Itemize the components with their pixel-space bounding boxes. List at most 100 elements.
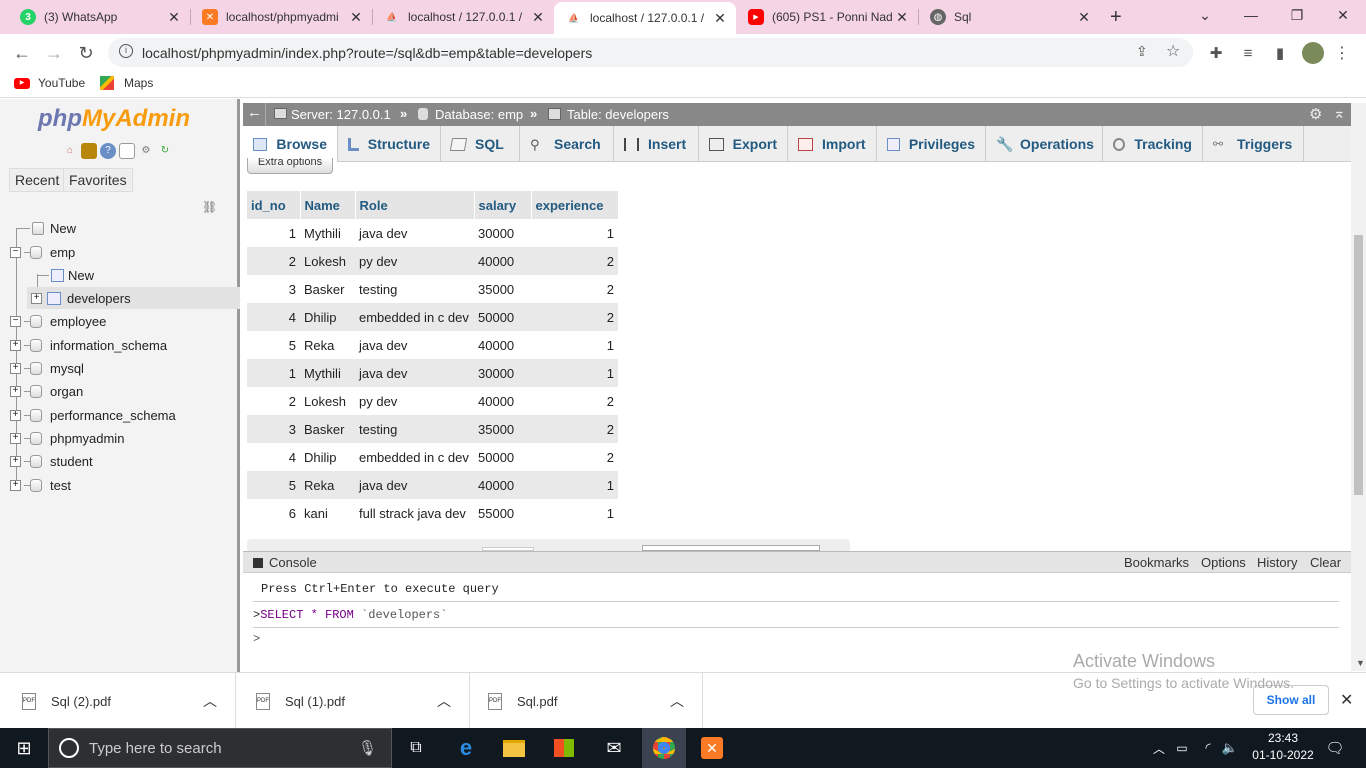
expand-icon[interactable]: + <box>10 339 21 351</box>
cell-salary[interactable]: 40000 <box>474 387 531 415</box>
cell-id-no[interactable]: 2 <box>247 247 300 275</box>
table-row[interactable]: 5 Reka java dev 40000 1 <box>247 471 618 499</box>
console-input[interactable]: > <box>253 632 260 646</box>
nav-tab-recent[interactable]: Recent <box>9 168 66 192</box>
avatar[interactable] <box>1302 42 1324 64</box>
download-item[interactable]: PDF Sql.pdf ︿ <box>470 673 703 729</box>
gear-icon[interactable]: ⚙ <box>1309 105 1322 123</box>
table-row[interactable]: 5 Reka java dev 40000 1 <box>247 331 618 359</box>
info-icon[interactable]: i <box>119 44 133 58</box>
main-scrollbar[interactable] <box>1351 103 1366 671</box>
cell-id-no[interactable]: 1 <box>247 219 300 247</box>
breadcrumb-server[interactable]: Server: 127.0.0.1 <box>291 107 391 122</box>
table-row[interactable]: 6 kani full strack java dev 55000 1 <box>247 499 618 527</box>
volume-icon[interactable]: 🔈 <box>1220 728 1240 768</box>
cell-name[interactable]: Mythili <box>300 219 355 247</box>
docs-icon[interactable] <box>119 143 135 159</box>
cell-id-no[interactable]: 3 <box>247 415 300 443</box>
cell-role[interactable]: embedded in c dev <box>355 443 474 471</box>
notification-icon[interactable]: 🗨 <box>1320 728 1350 768</box>
console-options-button[interactable]: Options <box>1201 555 1246 570</box>
tab-privileges[interactable]: Privileges <box>877 126 986 162</box>
cell-name[interactable]: Dhilip <box>300 443 355 471</box>
cell-role[interactable]: java dev <box>355 331 474 359</box>
cell-salary[interactable]: 50000 <box>474 443 531 471</box>
tree-item-phpmyadmin[interactable]: + phpmyadmin <box>10 428 124 448</box>
console-title[interactable]: Console <box>269 555 317 570</box>
chevron-up-icon[interactable]: ︿ <box>1150 728 1168 768</box>
bookmark-star-icon[interactable]: ☆ <box>1166 41 1180 61</box>
cell-experience[interactable]: 1 <box>531 471 618 499</box>
table-row[interactable]: 4 Dhilip embedded in c dev 50000 2 <box>247 303 618 331</box>
console-history-button[interactable]: History <box>1257 555 1297 570</box>
cell-name[interactable]: Lokesh <box>300 387 355 415</box>
tab-pma-active[interactable]: ⛵ localhost / 127.0.0.1 / ✕ <box>554 2 736 34</box>
cell-name[interactable]: Basker <box>300 275 355 303</box>
cell-role[interactable]: java dev <box>355 359 474 387</box>
chevron-up-icon[interactable]: ︿ <box>437 691 451 711</box>
cell-salary[interactable]: 40000 <box>474 471 531 499</box>
kebab-menu-icon[interactable]: ⋮ <box>1328 39 1356 67</box>
cell-experience[interactable]: 1 <box>531 499 618 527</box>
cell-salary[interactable]: 55000 <box>474 499 531 527</box>
cell-salary[interactable]: 30000 <box>474 359 531 387</box>
help-icon[interactable]: ? <box>100 143 116 159</box>
file-explorer-icon[interactable] <box>494 728 534 768</box>
mail-icon[interactable]: ✉ <box>594 728 634 768</box>
phpmyadmin-logo[interactable]: phpMyAdmin <box>38 105 190 133</box>
column-header-name[interactable]: Name <box>300 191 356 219</box>
collapse-nav-arrow-icon[interactable]: ← <box>247 104 262 121</box>
cell-name[interactable]: Reka <box>300 331 355 359</box>
cell-name[interactable]: Basker <box>300 415 355 443</box>
tab-pma-1[interactable]: ⛵ localhost / 127.0.0.1 / ✕ <box>372 0 554 34</box>
expand-icon[interactable]: + <box>31 292 42 304</box>
console-bookmarks-button[interactable]: Bookmarks <box>1124 555 1189 570</box>
cell-experience[interactable]: 2 <box>531 443 618 471</box>
tab-tracking[interactable]: Tracking <box>1103 126 1203 162</box>
cell-salary[interactable]: 50000 <box>474 303 531 331</box>
collapse-top-icon[interactable]: ⌅ <box>1333 104 1346 122</box>
nav-tab-favorites[interactable]: Favorites <box>63 168 133 192</box>
breadcrumb-database[interactable]: Database: emp <box>435 107 523 122</box>
windows-start-icon[interactable]: ⊞ <box>0 728 48 768</box>
cell-name[interactable]: Lokesh <box>300 247 355 275</box>
cell-experience[interactable]: 2 <box>531 415 618 443</box>
cell-id-no[interactable]: 6 <box>247 499 300 527</box>
cell-salary[interactable]: 40000 <box>474 247 531 275</box>
cell-role[interactable]: java dev <box>355 219 474 247</box>
cell-id-no[interactable]: 5 <box>247 471 300 499</box>
cell-id-no[interactable]: 4 <box>247 443 300 471</box>
table-row[interactable]: 2 Lokesh py dev 40000 2 <box>247 247 618 275</box>
logout-icon[interactable] <box>81 143 97 159</box>
tab-browse[interactable]: Browse <box>243 126 338 162</box>
cell-experience[interactable]: 1 <box>531 359 618 387</box>
cell-name[interactable]: Dhilip <box>300 303 355 331</box>
column-header-id-no[interactable]: id_no <box>247 191 301 219</box>
table-row[interactable]: 1 Mythili java dev 30000 1 <box>247 219 618 247</box>
column-header-role[interactable]: Role <box>355 191 475 219</box>
tab-sql[interactable]: ◍ Sql ✕ <box>918 0 1100 34</box>
table-row[interactable]: 4 Dhilip embedded in c dev 50000 2 <box>247 443 618 471</box>
cell-id-no[interactable]: 3 <box>247 275 300 303</box>
tree-item-developers[interactable]: + developers <box>31 288 131 308</box>
close-icon[interactable]: ✕ <box>894 9 910 26</box>
tab-triggers[interactable]: ⚯ Triggers <box>1203 126 1304 162</box>
refresh-icon[interactable]: ↻ <box>157 143 173 159</box>
restore-icon[interactable]: ❐ <box>1274 0 1320 30</box>
home-icon[interactable]: ⌂ <box>62 143 78 159</box>
expand-icon[interactable]: + <box>10 432 21 444</box>
url-text[interactable]: localhost/phpmyadmin/index.php?route=/sq… <box>142 45 592 61</box>
tab-whatsapp[interactable]: 3 (3) WhatsApp ✕ <box>8 0 190 34</box>
battery-icon[interactable]: ▭ <box>1172 728 1192 768</box>
cell-salary[interactable]: 40000 <box>474 331 531 359</box>
tree-item-emp[interactable]: − emp <box>10 242 75 262</box>
cell-experience[interactable]: 2 <box>531 247 618 275</box>
tab-localhost-phpmyadmin[interactable]: ✕ localhost/phpmyadmi ✕ <box>190 0 372 34</box>
cell-role[interactable]: py dev <box>355 247 474 275</box>
tree-item-employee[interactable]: − employee <box>10 311 106 331</box>
close-icon[interactable]: ✕ <box>348 9 364 26</box>
tab-operations[interactable]: 🔧 Operations <box>986 126 1103 162</box>
cell-experience[interactable]: 1 <box>531 219 618 247</box>
table-row[interactable]: 3 Basker testing 35000 2 <box>247 415 618 443</box>
cell-name[interactable]: Mythili <box>300 359 355 387</box>
